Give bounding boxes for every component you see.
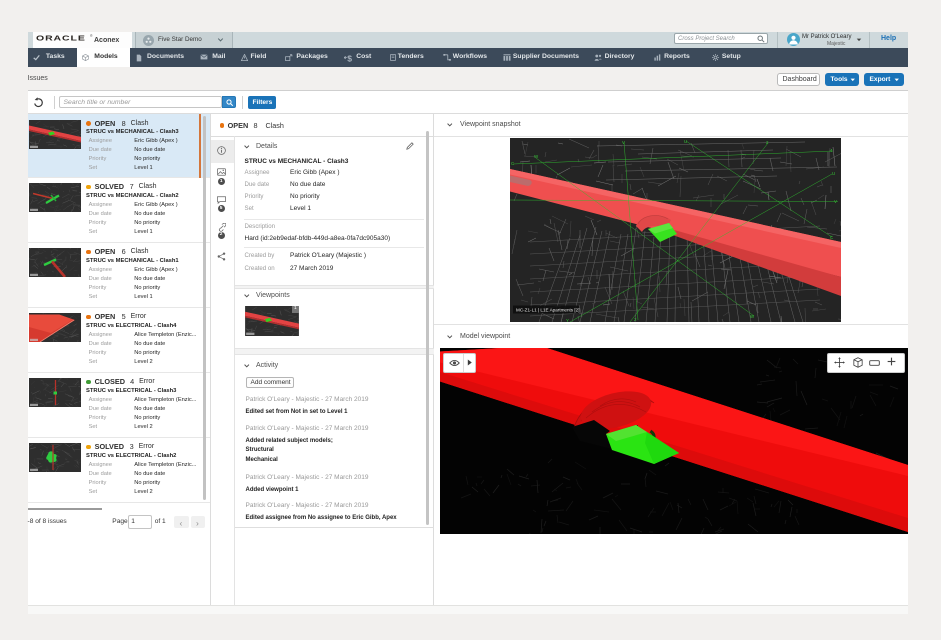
svg-text:U: U	[684, 139, 687, 144]
svg-text:C: C	[830, 235, 833, 240]
svg-text:Y: Y	[566, 318, 569, 322]
svg-text:$: $	[347, 54, 352, 62]
svg-text:V: V	[622, 140, 625, 145]
svg-text:MC-Z1-L1 | L1E Apartments [2]: MC-Z1-L1 | L1E Apartments [2]	[516, 307, 580, 312]
svg-text:V: V	[834, 199, 837, 204]
svg-text:U: U	[832, 171, 835, 176]
svg-text:C: C	[511, 161, 514, 166]
